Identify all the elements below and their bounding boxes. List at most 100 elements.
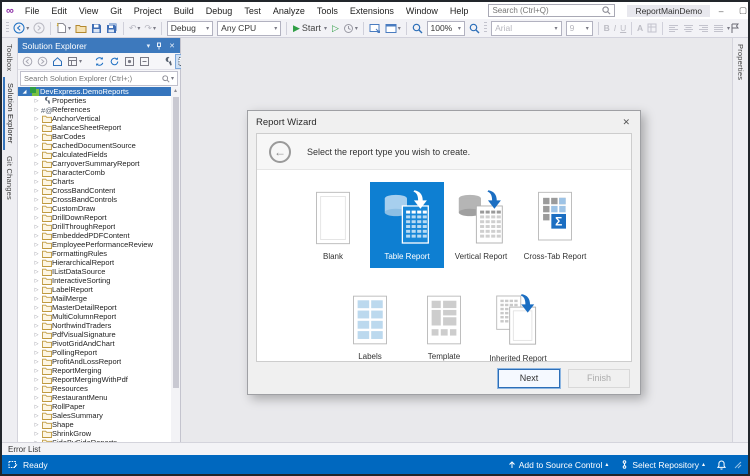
collapsed-icon[interactable]: ▷ xyxy=(32,440,41,443)
tree-item-multicolumnreport[interactable]: ▷MultiColumnReport xyxy=(18,312,171,321)
tree-item-devexpress-demoreports[interactable]: ◢DevExpress.DemoReports xyxy=(18,87,171,96)
tree-item-carryoversummaryreport[interactable]: ▷CarryoverSummaryReport xyxy=(18,159,171,168)
tree-item-restaurantmenu[interactable]: ▷RestaurantMenu xyxy=(18,393,171,402)
se-sync-button[interactable] xyxy=(93,55,106,68)
tree-item-resources[interactable]: ▷Resources xyxy=(18,384,171,393)
next-button[interactable]: Next xyxy=(498,369,560,388)
font-name-dropdown[interactable]: Arial▾ xyxy=(491,21,561,36)
tree-item-reportmerging[interactable]: ▷ReportMerging xyxy=(18,366,171,375)
collapsed-icon[interactable]: ▷ xyxy=(32,431,41,437)
collapsed-icon[interactable]: ▷ xyxy=(32,242,41,248)
collapsed-icon[interactable]: ▷ xyxy=(32,350,41,356)
collapsed-icon[interactable]: ▷ xyxy=(32,152,41,158)
zoom-level-dropdown[interactable]: 100%▾ xyxy=(427,21,465,36)
report-type-cross-tab-report[interactable]: Σ Cross-Tab Report xyxy=(518,182,592,268)
tree-item-charactercomb[interactable]: ▷CharacterComb xyxy=(18,168,171,177)
live-share-button[interactable] xyxy=(367,22,383,35)
collapsed-icon[interactable]: ▷ xyxy=(32,188,41,194)
collapsed-icon[interactable]: ▷ xyxy=(32,134,41,140)
collapsed-icon[interactable]: ▷ xyxy=(32,233,41,239)
tree-item-ilistdatasource[interactable]: ▷IListDataSource xyxy=(18,267,171,276)
minimize-button[interactable]: – xyxy=(710,5,732,17)
collapsed-icon[interactable]: ▷ xyxy=(32,278,41,284)
window-position-icon[interactable]: ▾ xyxy=(146,42,152,50)
search-options-icon[interactable]: ▾ xyxy=(171,75,174,82)
scroll-up-icon[interactable]: ▴ xyxy=(171,87,180,96)
collapsed-icon[interactable]: ▷ xyxy=(32,125,41,131)
error-list-tab[interactable]: Error List xyxy=(8,445,40,454)
menu-view[interactable]: View xyxy=(73,5,104,17)
redo-button[interactable]: ↷▾ xyxy=(142,22,158,35)
tree-item-drilldownreport[interactable]: ▷DrillDownReport xyxy=(18,213,171,222)
expanded-icon[interactable]: ◢ xyxy=(20,89,29,95)
solution-explorer-header[interactable]: Solution Explorer ▾ ✕ xyxy=(18,38,180,53)
tree-item-mailmerge[interactable]: ▷MailMerge xyxy=(18,294,171,303)
scrollbar-thumb[interactable] xyxy=(173,97,179,388)
open-folder-button[interactable] xyxy=(73,22,89,35)
collapsed-icon[interactable]: ▷ xyxy=(32,413,41,419)
collapsed-icon[interactable]: ▷ xyxy=(32,215,41,221)
tree-item-formattingrules[interactable]: ▷FormattingRules xyxy=(18,249,171,258)
tree-item-embeddedpdfcontent[interactable]: ▷EmbeddedPDFContent xyxy=(18,231,171,240)
collapsed-icon[interactable]: ▷ xyxy=(32,107,41,113)
solution-search-input[interactable] xyxy=(24,74,162,83)
start-debugging-button[interactable]: ▶ Start ▾ xyxy=(290,22,330,35)
toolbar-grip[interactable] xyxy=(6,22,9,34)
maximize-button[interactable]: ▢ xyxy=(732,4,750,17)
collapsed-icon[interactable]: ▷ xyxy=(32,296,41,302)
menu-tools[interactable]: Tools xyxy=(311,5,344,17)
tool-tab-solution-explorer[interactable]: Solution Explorer xyxy=(3,77,16,150)
se-properties-button[interactable] xyxy=(161,55,174,68)
report-type-vertical-report[interactable]: Vertical Report xyxy=(444,182,518,268)
report-type-blank[interactable]: Blank xyxy=(296,182,370,268)
send-feedback-button[interactable] xyxy=(730,23,746,34)
menu-project[interactable]: Project xyxy=(128,5,168,17)
se-back-button[interactable] xyxy=(21,55,34,68)
menu-test[interactable]: Test xyxy=(238,5,267,17)
zoom-out-button[interactable] xyxy=(410,22,425,35)
tree-item-northwindtraders[interactable]: ▷NorthwindTraders xyxy=(18,321,171,330)
align-center-button[interactable] xyxy=(681,23,696,34)
font-color-button[interactable]: A xyxy=(635,23,645,33)
tree-item-salessummary[interactable]: ▷SalesSummary xyxy=(18,411,171,420)
select-repository-button[interactable]: Select Repository ▴ xyxy=(616,460,709,470)
navigate-back-button[interactable]: ▾ xyxy=(11,21,31,35)
collapsed-icon[interactable]: ▷ xyxy=(32,377,41,383)
tree-item-pivotgridandchart[interactable]: ▷PivotGridAndChart xyxy=(18,339,171,348)
tool-tab-toolbox[interactable]: Toolbox xyxy=(4,38,15,77)
menu-extensions[interactable]: Extensions xyxy=(344,5,400,17)
resize-grip-icon[interactable] xyxy=(734,461,742,469)
report-type-labels[interactable]: Labels xyxy=(333,286,407,368)
navigate-forward-button[interactable] xyxy=(31,21,47,35)
menu-build[interactable]: Build xyxy=(168,5,200,17)
tree-item-rollpaper[interactable]: ▷RollPaper xyxy=(18,402,171,411)
panel-close-icon[interactable]: ✕ xyxy=(168,42,176,50)
collapsed-icon[interactable]: ▷ xyxy=(32,287,41,293)
menu-edit[interactable]: Edit xyxy=(45,5,73,17)
notifications-button[interactable] xyxy=(713,460,730,470)
collapsed-icon[interactable]: ▷ xyxy=(32,143,41,149)
align-right-button[interactable] xyxy=(696,23,711,34)
collapsed-icon[interactable]: ▷ xyxy=(32,368,41,374)
tree-item-masterdetailreport[interactable]: ▷MasterDetailReport xyxy=(18,303,171,312)
menu-file[interactable]: File xyxy=(19,5,46,17)
tree-item-balancesheetreport[interactable]: ▷BalanceSheetReport xyxy=(18,123,171,132)
tree-item-employeeperformancereview[interactable]: ▷EmployeePerformanceReview xyxy=(18,240,171,249)
tree-item-hierarchicalreport[interactable]: ▷HierarchicalReport xyxy=(18,258,171,267)
tree-item-references[interactable]: ▷#@References xyxy=(18,105,171,114)
tree-item-labelreport[interactable]: ▷LabelReport xyxy=(18,285,171,294)
collapsed-icon[interactable]: ▷ xyxy=(32,161,41,167)
underline-button[interactable]: U xyxy=(618,23,628,33)
tree-item-profitandlossreport[interactable]: ▷ProfitAndLossReport xyxy=(18,357,171,366)
collapsed-icon[interactable]: ▷ xyxy=(32,323,41,329)
collapsed-icon[interactable]: ▷ xyxy=(32,314,41,320)
tree-item-properties[interactable]: ▷Properties xyxy=(18,96,171,105)
collapsed-icon[interactable]: ▷ xyxy=(32,116,41,122)
tree-item-drillthroughreport[interactable]: ▷DrillThroughReport xyxy=(18,222,171,231)
report-type-table-report[interactable]: Table Report xyxy=(370,182,444,268)
report-type-template[interactable]: Template xyxy=(407,286,481,368)
tool-tab-properties[interactable]: Properties xyxy=(735,38,746,86)
menu-git[interactable]: Git xyxy=(104,5,128,17)
dialog-title-bar[interactable]: Report Wizard ✕ xyxy=(248,111,640,133)
collapsed-icon[interactable]: ▷ xyxy=(32,332,41,338)
